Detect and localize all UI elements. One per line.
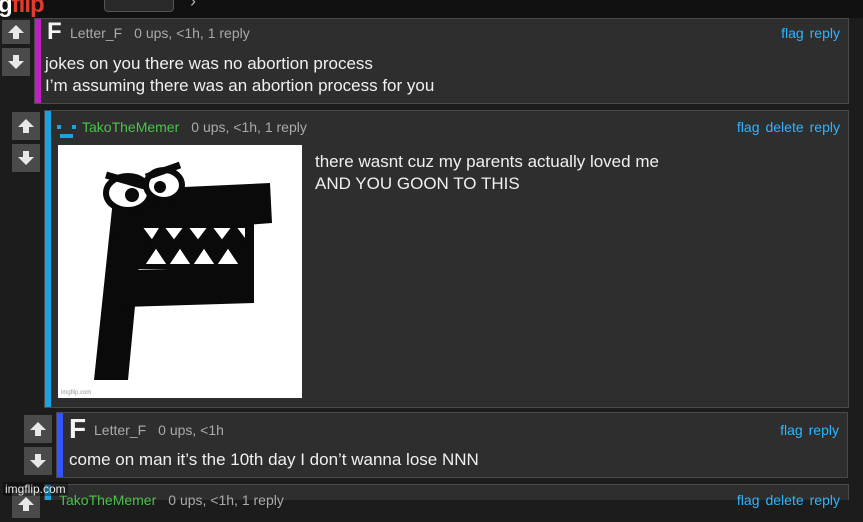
imgflip-watermark: imgflip.com	[3, 482, 68, 496]
comment-line: I’m assuming there was an abortion proce…	[45, 76, 435, 95]
nav-chevron-icon[interactable]: ›	[190, 0, 196, 12]
comment-stats: 0 ups, <1h, 1 reply	[168, 492, 284, 508]
upvote-button[interactable]	[24, 415, 52, 443]
image-watermark: imgflip.com	[61, 390, 92, 396]
arrow-up-icon	[8, 25, 24, 39]
comment-accent-bar	[35, 19, 41, 103]
reply-link[interactable]: reply	[810, 25, 840, 41]
delete-link[interactable]: delete	[765, 492, 803, 508]
comment-card: F Letter_F 0 ups, <1h flag reply come on m…	[56, 412, 848, 478]
comment-meta: TakoTheMemer 0 ups, <1h, 1 reply	[82, 119, 307, 135]
top-dropdown-button[interactable]	[104, 0, 174, 12]
comment-image[interactable]: imgflip.com	[58, 145, 302, 398]
comment-accent-bar	[57, 413, 63, 477]
avatar[interactable]: F	[47, 19, 62, 45]
arrow-down-icon	[18, 151, 34, 165]
username-link[interactable]: TakoTheMemer	[59, 492, 156, 508]
top-bar: gflip ›	[0, 0, 863, 18]
comment-stats: 0 ups, <1h, 1 reply	[134, 25, 250, 41]
downvote-button[interactable]	[2, 48, 30, 76]
downvote-button[interactable]	[12, 144, 40, 172]
username-link[interactable]: Letter_F	[70, 25, 122, 41]
comment-meta: Letter_F 0 ups, <1h, 1 reply	[70, 25, 250, 41]
comment-text: come on man it’s the 10th day I don’t wa…	[69, 449, 479, 471]
comment-card: F Letter_F 0 ups, <1h, 1 reply flag reply …	[34, 18, 849, 104]
comment-card: TakoTheMemer 0 ups, <1h, 1 reply flag dele…	[44, 484, 849, 508]
reply-link[interactable]: reply	[810, 119, 840, 135]
comment-actions: flag reply	[774, 422, 839, 438]
comment-stats: 0 ups, <1h	[158, 422, 224, 438]
comment-actions: flag delete reply	[731, 492, 840, 508]
flag-link[interactable]: flag	[781, 25, 804, 41]
comment-meta: TakoTheMemer 0 ups, <1h, 1 reply	[59, 492, 284, 508]
comment-meta: Letter_F 0 ups, <1h	[94, 422, 224, 438]
upvote-button[interactable]	[12, 112, 40, 140]
vote-column	[2, 20, 30, 80]
comment-text: jokes on you there was no abortion proce…	[45, 53, 434, 97]
flag-link[interactable]: flag	[737, 119, 760, 135]
username-link[interactable]: Letter_F	[94, 422, 146, 438]
comment-text: there wasnt cuz my parents actually love…	[315, 151, 659, 195]
downvote-button[interactable]	[24, 447, 52, 475]
comment-line: jokes on you there was no abortion proce…	[45, 54, 373, 73]
flag-link[interactable]: flag	[737, 492, 760, 508]
site-logo[interactable]: gflip	[0, 0, 45, 18]
avatar-icon[interactable]	[55, 123, 79, 139]
vote-column	[12, 112, 40, 176]
arrow-up-icon	[18, 119, 34, 133]
arrow-up-icon	[18, 497, 34, 511]
arrow-down-icon	[30, 454, 46, 468]
reply-link[interactable]: reply	[809, 422, 839, 438]
logo-part-flip: flip	[11, 0, 45, 18]
comment-actions: flag delete reply	[731, 119, 840, 135]
flag-link[interactable]: flag	[780, 422, 803, 438]
vote-column	[24, 415, 52, 479]
letter-f-monster-image	[94, 161, 272, 380]
arrow-down-icon	[8, 55, 24, 69]
avatar[interactable]: F	[69, 414, 86, 444]
arrow-up-icon	[30, 422, 46, 436]
comment-line: AND YOU GOON TO THIS	[315, 174, 520, 193]
upvote-button[interactable]	[2, 20, 30, 44]
comment-actions: flag reply	[775, 25, 840, 41]
comment-line: come on man it’s the 10th day I don’t wa…	[69, 450, 479, 469]
comment-accent-bar	[45, 111, 51, 407]
username-link[interactable]: TakoTheMemer	[82, 119, 179, 135]
reply-link[interactable]: reply	[810, 492, 840, 508]
comment-stats: 0 ups, <1h, 1 reply	[191, 119, 307, 135]
comment-line: there wasnt cuz my parents actually love…	[315, 152, 659, 171]
delete-link[interactable]: delete	[765, 119, 803, 135]
logo-part-g: g	[0, 0, 13, 18]
